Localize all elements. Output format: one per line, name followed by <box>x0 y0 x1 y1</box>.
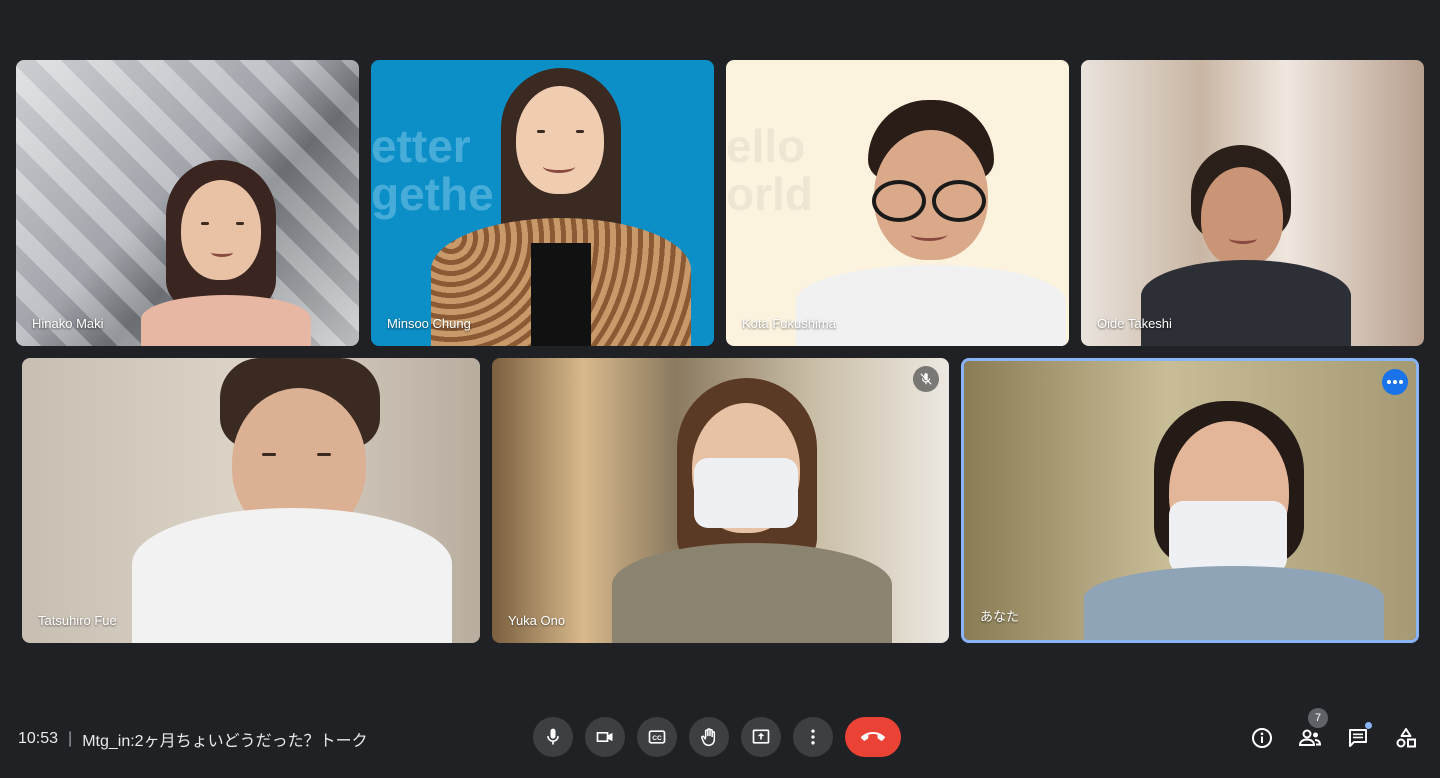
call-controls: CC <box>533 717 901 757</box>
meeting-title: Mtg_in:2ヶ月ちょいどうだった？トーク <box>82 733 368 750</box>
participant-figure <box>136 160 336 346</box>
participant-count-badge: 7 <box>1308 708 1328 728</box>
more-options-button[interactable] <box>793 717 833 757</box>
participant-tile-yuka-ono[interactable]: Yuka Ono <box>492 358 949 643</box>
participant-name: Kota Fukushima <box>742 316 836 331</box>
participant-tile-hinako-maki[interactable]: Hinako Maki <box>16 60 359 346</box>
captions-icon: CC <box>648 730 666 744</box>
people-button[interactable]: 7 <box>1296 708 1328 756</box>
current-time: 10:53 <box>18 730 59 747</box>
participant-tile-kota-fukushima[interactable]: ello orld Kota Fukushima <box>726 60 1069 346</box>
end-call-button[interactable] <box>845 717 901 757</box>
microphone-icon <box>547 728 559 745</box>
raise-hand-button[interactable] <box>689 717 729 757</box>
people-icon <box>1298 729 1322 746</box>
more-options-icon <box>811 729 815 745</box>
participant-figure <box>1141 145 1371 346</box>
present-screen-button[interactable] <box>741 717 781 757</box>
captions-button[interactable]: CC <box>637 717 677 757</box>
activities-button[interactable] <box>1392 720 1420 756</box>
meeting-info-button[interactable] <box>1248 720 1276 756</box>
participant-figure <box>796 100 1066 346</box>
chat-icon <box>1349 729 1367 747</box>
chat-button[interactable] <box>1344 720 1372 756</box>
info-icon <box>1252 728 1272 748</box>
microphone-button[interactable] <box>533 717 573 757</box>
activities-icon <box>1396 728 1416 748</box>
participant-figure <box>1084 401 1384 640</box>
participant-name: Minsoo Chung <box>387 316 471 331</box>
participant-name: Hinako Maki <box>32 316 104 331</box>
participant-figure <box>431 68 691 346</box>
participant-tile-self[interactable]: あなた <box>961 358 1419 643</box>
participant-tile-tatsuhiro-fue[interactable]: Tatsuhiro Fue <box>22 358 480 643</box>
more-horizontal-icon <box>1387 380 1403 384</box>
separator: | <box>68 730 73 747</box>
face-mask <box>694 458 798 528</box>
new-message-dot <box>1365 722 1372 729</box>
muted-indicator <box>913 366 939 392</box>
participant-tile-minsoo-chung[interactable]: etter gethe Minsoo Chung <box>371 60 714 346</box>
tile-more-options-button[interactable] <box>1382 369 1408 395</box>
participant-tile-oide-takeshi[interactable]: Oide Takeshi <box>1081 60 1424 346</box>
participant-figure <box>612 378 892 643</box>
end-call-icon <box>861 732 885 741</box>
side-panel-icons: 7 <box>1248 708 1420 756</box>
raise-hand-icon <box>701 728 716 747</box>
participant-name: Tatsuhiro Fue <box>38 613 117 628</box>
participant-name: あなた <box>980 609 1020 624</box>
participant-name: Oide Takeshi <box>1097 316 1172 331</box>
participant-name: Yuka Ono <box>508 613 566 628</box>
svg-text:CC: CC <box>652 735 662 742</box>
face-mask <box>1169 501 1287 573</box>
participant-figure <box>132 358 452 643</box>
meeting-details[interactable]: 10:53 | Mtg_in:2ヶ月ちょいどうだった？トーク <box>18 727 368 751</box>
present-screen-icon <box>752 729 770 744</box>
camera-icon <box>596 732 613 742</box>
mic-off-icon <box>920 373 932 385</box>
camera-button[interactable] <box>585 717 625 757</box>
